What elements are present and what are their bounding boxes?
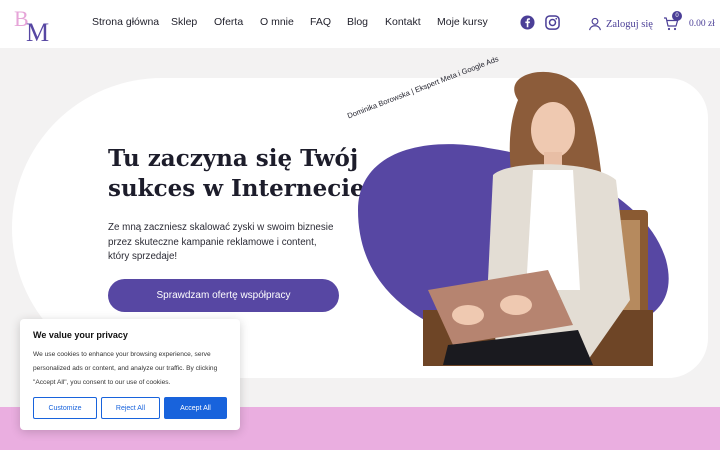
nav-item-faq[interactable]: FAQ — [310, 16, 331, 28]
nav-item-my-courses[interactable]: Moje kursy — [437, 16, 488, 28]
nav-item-offer[interactable]: Oferta — [214, 16, 243, 28]
cookie-accept-all-button[interactable]: Accept All — [164, 397, 227, 419]
user-icon — [589, 17, 601, 31]
login-link[interactable]: Zaloguj się — [588, 16, 653, 32]
cart-link[interactable]: 0 0.00 zł — [663, 11, 715, 33]
cookie-title: We value your privacy — [33, 330, 128, 340]
cart-total: 0.00 zł — [689, 19, 715, 29]
login-label: Zaloguj się — [606, 18, 653, 30]
nav-item-blog[interactable]: Blog — [347, 16, 368, 28]
nav-item-shop[interactable]: Sklep — [171, 16, 197, 28]
nav-item-about[interactable]: O mnie — [260, 16, 294, 28]
site-header: B M Strona główna Sklep Oferta O mnie FA… — [0, 0, 720, 48]
cookie-consent-dialog: We value your privacy We use cookies to … — [20, 319, 240, 430]
hero-description: Ze mną zaczniesz skalować zyski w swoim … — [108, 222, 334, 262]
offer-cta-button[interactable]: Sprawdzam ofertę współpracy — [108, 279, 339, 312]
brand-logo[interactable]: B M — [14, 6, 50, 47]
instagram-icon[interactable] — [545, 15, 560, 30]
hero-photo — [358, 71, 669, 366]
facebook-icon[interactable] — [520, 15, 535, 30]
logo-letter-m: M — [26, 18, 50, 47]
cookie-reject-all-button[interactable]: Reject All — [101, 397, 160, 419]
nav-item-contact[interactable]: Kontakt — [385, 16, 421, 28]
hero-headline: Tu zaczyna się Twój sukces w Internecie — [108, 145, 365, 202]
cookie-customize-button[interactable]: Customize — [33, 397, 97, 419]
nav-item-home[interactable]: Strona główna — [92, 16, 159, 28]
cookie-text: We use cookies to enhance your browsing … — [33, 351, 218, 386]
cart-count-badge: 0 — [672, 11, 682, 21]
